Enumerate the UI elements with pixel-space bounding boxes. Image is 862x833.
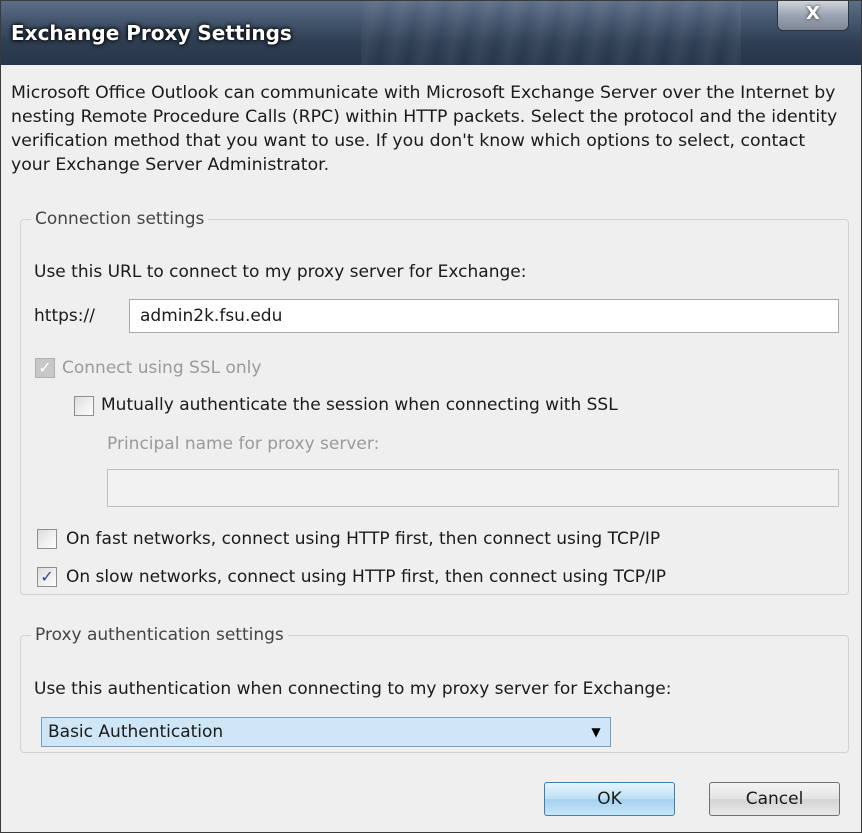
description-text: Microsoft Office Outlook can communicate… [11,83,838,175]
ssl-only-label: Connect using SSL only [62,358,262,378]
fast-networks-label: On fast networks, connect using HTTP fir… [66,529,661,549]
dropdown-arrow-icon[interactable]: ▼ [582,718,610,746]
mutual-auth-label: Mutually authenticate the session when c… [101,395,618,415]
connection-settings-group: Connection settings Use this URL to conn… [20,209,849,595]
mutual-auth-checkbox[interactable] [74,396,94,416]
slow-networks-label: On slow networks, connect using HTTP fir… [66,567,667,587]
ok-button[interactable]: OK [544,782,675,816]
auth-method-label: Use this authentication when connecting … [34,679,672,699]
fast-networks-checkbox[interactable] [37,529,57,549]
ssl-only-checkbox[interactable]: ✓ [35,358,55,378]
checkmark-icon: ✓ [38,358,52,377]
exchange-proxy-settings-dialog: Exchange Proxy Settings X Microsoft Offi… [0,0,862,833]
auth-method-dropdown[interactable]: Basic Authentication ▼ [41,717,611,747]
principal-name-label: Principal name for proxy server: [107,434,380,454]
connection-settings-legend: Connection settings [35,209,205,229]
slow-networks-checkbox[interactable]: ✓ [37,567,57,587]
window-title: Exchange Proxy Settings [11,21,292,45]
title-bar[interactable]: Exchange Proxy Settings X [1,1,861,65]
close-icon: X [806,3,820,24]
cancel-button[interactable]: Cancel [709,782,840,816]
auth-method-selected: Basic Authentication [48,722,224,742]
proxy-auth-legend: Proxy authentication settings [35,625,284,645]
url-label: Use this URL to connect to my proxy serv… [34,262,527,282]
principal-name-input[interactable] [107,469,839,507]
close-button[interactable]: X [777,1,849,31]
proxy-auth-settings-group: Proxy authentication settings Use this a… [20,625,849,753]
checkmark-icon: ✓ [40,567,54,586]
url-prefix-label: https:// [34,306,95,326]
dialog-body: Microsoft Office Outlook can communicate… [1,65,861,832]
proxy-url-input[interactable] [129,299,839,333]
